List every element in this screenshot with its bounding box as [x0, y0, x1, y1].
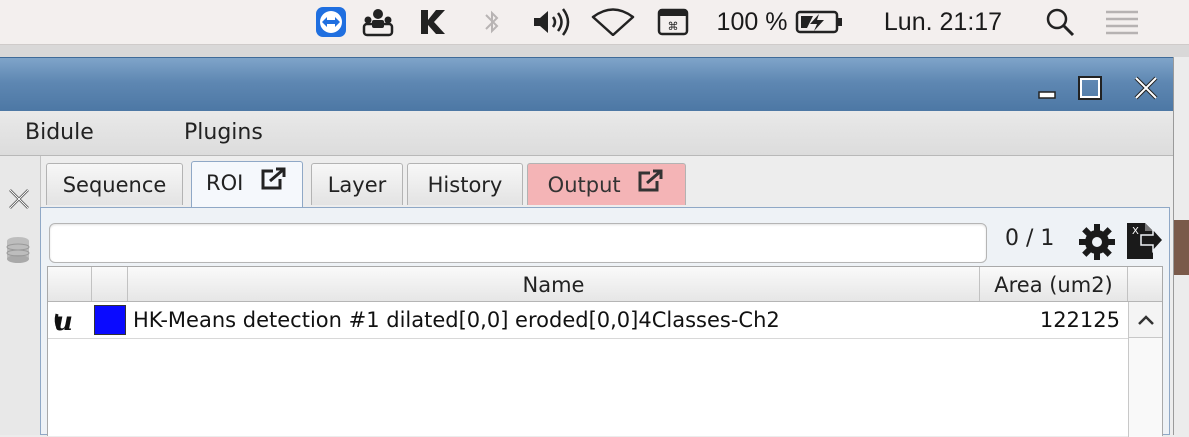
- keyboard-icon[interactable]: ⌘: [655, 0, 691, 44]
- close-panel-icon[interactable]: [6, 186, 32, 216]
- tab-roi[interactable]: ROI: [191, 161, 303, 207]
- external-window-icon[interactable]: [260, 163, 288, 205]
- desktop-background: [0, 45, 1189, 57]
- table-row[interactable]: u HK-Means detection #1 dilated[0,0] ero…: [48, 302, 1128, 339]
- close-icon[interactable]: [1130, 72, 1162, 104]
- spotlight-icon[interactable]: [1042, 0, 1078, 44]
- column-header-color[interactable]: [92, 267, 128, 301]
- tab-label: Sequence: [62, 173, 167, 197]
- bluetooth-icon[interactable]: [477, 0, 507, 44]
- kaspersky-icon[interactable]: [415, 0, 451, 44]
- svg-text:⌘: ⌘: [668, 20, 679, 33]
- macos-menubar: ⌘ 100 % Lun. 21:17: [0, 0, 1189, 45]
- tab-layer[interactable]: Layer: [311, 163, 403, 205]
- tab-label: History: [427, 173, 503, 197]
- roi-area: 122125: [1039, 308, 1120, 332]
- chevron-up-icon: [1137, 314, 1154, 325]
- roi-panel: 0 / 1 X Name Area (um2) u HK-Means detec…: [40, 207, 1170, 437]
- wifi-icon[interactable]: [590, 0, 636, 44]
- menu-plugins[interactable]: Plugins: [184, 111, 263, 155]
- battery-charging-icon[interactable]: [794, 0, 846, 44]
- external-window-icon[interactable]: [637, 165, 665, 207]
- roi-name[interactable]: HK-Means detection #1 dilated[0,0] erode…: [133, 302, 973, 338]
- vertical-scrollbar[interactable]: [1128, 338, 1162, 437]
- window-menubar: Bidule Plugins: [0, 111, 1173, 156]
- menubar-clock[interactable]: Lun. 21:17: [868, 0, 1018, 44]
- column-header-type[interactable]: [48, 267, 92, 301]
- roi-type-icon: u: [52, 302, 88, 338]
- tab-label: Layer: [327, 173, 387, 197]
- menu-bidule[interactable]: Bidule: [25, 111, 94, 155]
- roi-filter-input[interactable]: [49, 223, 987, 263]
- roi-table: Name Area (um2) u HK-Means detection #1 …: [47, 266, 1163, 437]
- database-icon[interactable]: [4, 234, 32, 270]
- minimize-icon[interactable]: [1031, 72, 1063, 104]
- volume-icon[interactable]: [530, 0, 576, 44]
- background-window-edge: [1174, 220, 1189, 275]
- tab-output[interactable]: Output: [527, 163, 686, 205]
- tab-sequence[interactable]: Sequence: [46, 163, 183, 205]
- roi-color-swatch[interactable]: [92, 302, 128, 338]
- left-side-panel: [0, 156, 41, 435]
- tab-label: ROI: [205, 171, 244, 195]
- svg-text:X: X: [1132, 226, 1139, 237]
- window-titlebar[interactable]: [0, 57, 1173, 112]
- roi-counter: 0 / 1: [1005, 226, 1055, 251]
- notification-center-icon[interactable]: [1102, 0, 1142, 44]
- tab-history[interactable]: History: [407, 163, 523, 205]
- column-header-name[interactable]: Name: [128, 267, 980, 301]
- people-icon[interactable]: [360, 0, 396, 44]
- roi-window: Bidule Plugins Sequence ROI Layer Histor…: [0, 57, 1174, 437]
- gear-icon[interactable]: [1077, 222, 1117, 262]
- color-swatch: [94, 305, 126, 335]
- teamviewer-icon[interactable]: [313, 0, 349, 44]
- scroll-up-button[interactable]: [1128, 302, 1162, 338]
- table-header: Name Area (um2): [48, 267, 1162, 302]
- column-header-area[interactable]: Area (um2): [980, 267, 1128, 301]
- battery-percent: 100 %: [716, 7, 788, 36]
- tab-label: Output: [547, 173, 621, 197]
- maximize-icon[interactable]: [1074, 72, 1106, 104]
- export-icon[interactable]: X: [1123, 221, 1165, 261]
